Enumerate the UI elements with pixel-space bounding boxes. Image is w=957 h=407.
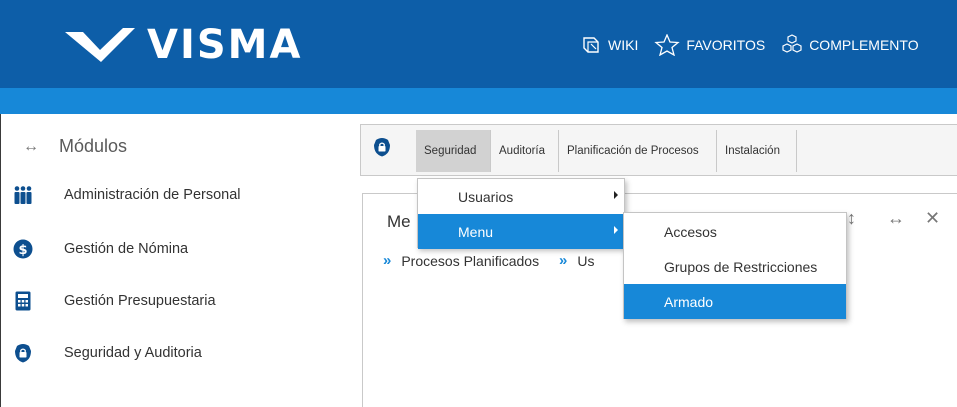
nav-wiki[interactable]: WIKI [580, 35, 638, 55]
tab-planificacion-procesos[interactable]: Planificación de Procesos [559, 130, 717, 172]
link-label: Procesos Planificados [401, 252, 540, 269]
top-navigation: WIKI FAVORITOS COMPLEMENTO [580, 34, 935, 56]
menu-item-label: Grupos de Restricciones [664, 258, 818, 275]
menu-item-label: Accesos [664, 223, 717, 240]
nav-favoritos-label: FAVORITOS [686, 37, 766, 53]
menu-item-label: Armado [664, 293, 714, 310]
tab-label: Auditoría [499, 145, 546, 157]
menu-item-usuarios[interactable]: Usuarios [418, 179, 624, 214]
logo-text: VISMA [147, 22, 303, 68]
link-procesos-planificados[interactable]: » Procesos Planificados [383, 252, 539, 269]
menu-submenu: Accesos Grupos de Restricciones Armado [623, 212, 847, 319]
nav-complementos[interactable]: COMPLEMENTO [781, 34, 919, 56]
double-chevron-icon: » [559, 252, 568, 269]
sidebar-item-administracion-personal[interactable]: Administración de Personal [12, 184, 241, 206]
sidebar-title: ↔ Módulos [23, 136, 127, 157]
tab-seguridad[interactable]: Seguridad [416, 130, 491, 172]
tab-label: Seguridad [424, 145, 477, 157]
menu-item-grupos-restricciones[interactable]: Grupos de Restricciones [624, 249, 846, 284]
menu-item-label: Menu [458, 223, 494, 240]
panel-title: Me [387, 212, 411, 231]
link-label: Us [577, 252, 595, 269]
menu-item-menu[interactable]: Menu [418, 214, 624, 249]
cubes-icon [782, 34, 802, 53]
modules-sidebar: ↔ Módulos Administración de Personal $ G… [0, 114, 350, 407]
tab-label: Instalación [725, 145, 780, 157]
sidebar-item-gestion-nomina[interactable]: $ Gestión de Nómina [12, 238, 188, 260]
lock-icon [12, 342, 34, 364]
dollar-icon: $ [12, 238, 34, 260]
nav-wiki-label: WIKI [608, 37, 639, 53]
submenu-caret-icon [614, 191, 618, 199]
menu-item-label: Usuarios [458, 188, 514, 205]
sidebar-item-seguridad-auditoria[interactable]: Seguridad y Auditoria [12, 342, 202, 364]
sidebar-title-label: Módulos [59, 136, 128, 156]
header-subbar [0, 88, 957, 114]
security-lock-icon [374, 138, 390, 157]
top-header: VISMA WIKI FAVORITOS COMPLEMENTO [0, 0, 957, 88]
seguridad-dropdown-menu: Usuarios Menu [417, 178, 625, 249]
sidebar-item-label: Seguridad y Auditoria [64, 345, 202, 361]
app-root: VISMA WIKI FAVORITOS COMPLEMENTO ↔ Módul… [0, 0, 957, 407]
sidebar-item-label: Administración de Personal [64, 187, 241, 203]
calculator-icon [12, 290, 34, 312]
close-icon[interactable]: ✕ [925, 208, 940, 229]
sidebar-item-label: Gestión Presupuestaria [64, 293, 216, 309]
svg-text:$: $ [18, 243, 27, 258]
star-icon [654, 34, 681, 56]
module-tabbar: Seguridad Auditoría Planificación de Pro… [360, 124, 957, 176]
tab-label: Planificación de Procesos [567, 145, 699, 157]
book-icon [583, 37, 599, 53]
sidebar-item-gestion-presupuestaria[interactable]: Gestión Presupuestaria [12, 290, 216, 312]
link-usuarios[interactable]: » Us [559, 252, 594, 269]
people-icon [12, 184, 34, 206]
expand-arrows-icon[interactable]: ↔ [23, 138, 39, 156]
visma-swoosh-icon [65, 28, 135, 62]
menu-item-armado[interactable]: Armado [624, 284, 846, 319]
menu-item-accesos[interactable]: Accesos [624, 214, 846, 249]
visma-logo[interactable]: VISMA [65, 22, 303, 68]
double-chevron-icon: » [383, 252, 392, 269]
resize-horizontal-icon[interactable]: ↔ [887, 208, 905, 229]
nav-complementos-label: COMPLEMENTO [809, 37, 919, 53]
resize-vertical-icon[interactable]: ↕ [847, 208, 856, 229]
tab-instalacion[interactable]: Instalación [717, 130, 797, 172]
tab-auditoria[interactable]: Auditoría [491, 130, 559, 172]
nav-favoritos[interactable]: FAVORITOS [654, 34, 765, 56]
submenu-caret-icon [614, 226, 618, 234]
sidebar-item-label: Gestión de Nómina [64, 241, 189, 257]
